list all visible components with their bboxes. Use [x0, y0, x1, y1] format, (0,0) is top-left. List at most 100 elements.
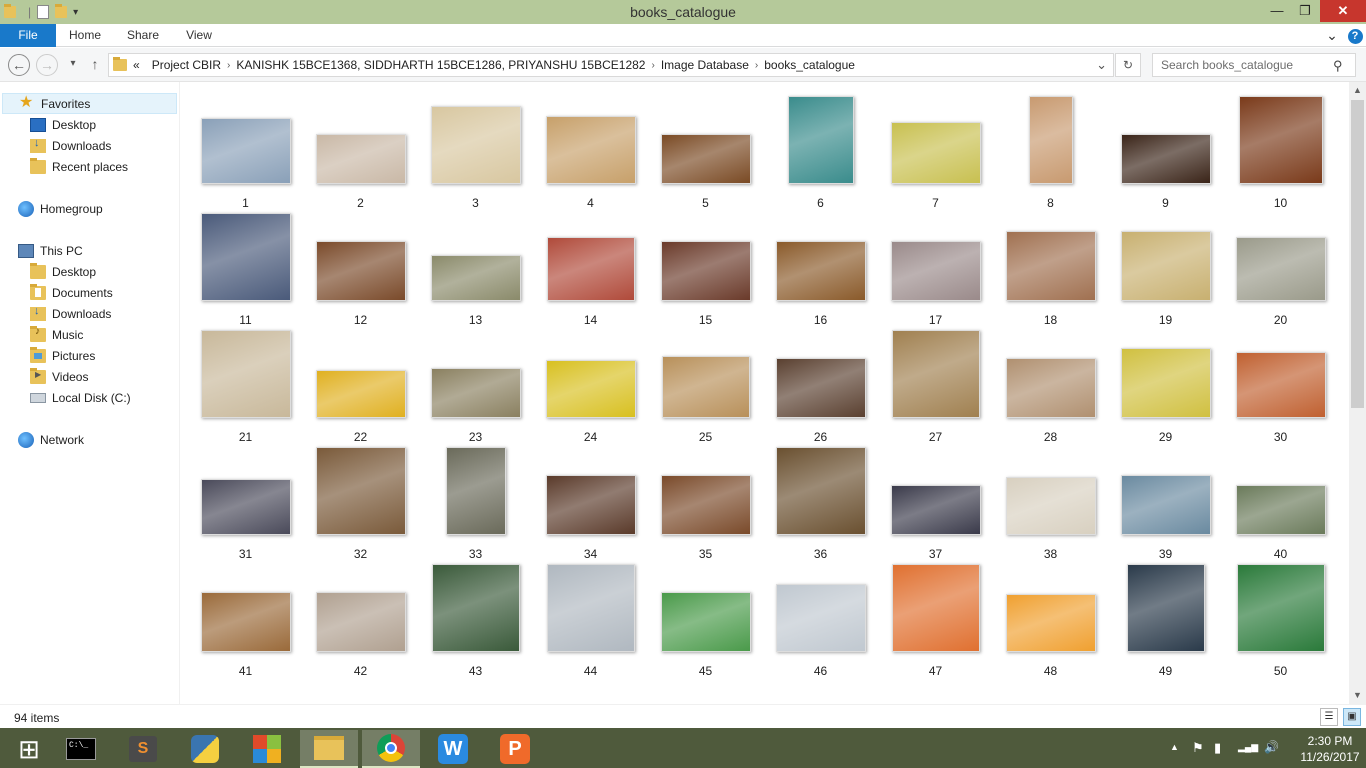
file-item[interactable]: 23: [418, 328, 533, 445]
file-item[interactable]: 12: [303, 211, 418, 328]
taskbar-wps-presentation[interactable]: P: [486, 730, 544, 768]
file-item[interactable]: 27: [878, 328, 993, 445]
sidebar-item-downloads[interactable]: Downloads: [30, 135, 111, 156]
up-button[interactable]: ↑: [84, 54, 106, 76]
file-item[interactable]: 50: [1223, 562, 1338, 679]
sidebar-item-homegroup[interactable]: Homegroup: [18, 198, 103, 219]
taskbar-chrome[interactable]: [362, 730, 420, 768]
file-item[interactable]: 21: [188, 328, 303, 445]
file-item[interactable]: 46: [763, 562, 878, 679]
taskbar-sublime[interactable]: S: [114, 730, 172, 768]
file-item[interactable]: [418, 679, 533, 704]
vertical-scrollbar[interactable]: ▲ ▼: [1349, 82, 1366, 704]
file-item[interactable]: 47: [878, 562, 993, 679]
file-item[interactable]: 42: [303, 562, 418, 679]
file-item[interactable]: 26: [763, 328, 878, 445]
file-item[interactable]: [1108, 679, 1223, 704]
file-item[interactable]: [648, 679, 763, 704]
minimize-button[interactable]: —: [1263, 0, 1291, 22]
taskbar-office[interactable]: [238, 730, 296, 768]
taskbar-python[interactable]: [176, 730, 234, 768]
sidebar-item-this-pc[interactable]: This PC: [18, 240, 83, 261]
file-item[interactable]: 44: [533, 562, 648, 679]
forward-button[interactable]: →: [36, 54, 58, 76]
tab-view[interactable]: View: [176, 24, 222, 47]
file-item[interactable]: 22: [303, 328, 418, 445]
maximize-button[interactable]: ❐: [1291, 0, 1319, 22]
breadcrumb-item[interactable]: books_catalogue: [764, 58, 855, 72]
clock-time[interactable]: 2:30 PM: [1300, 734, 1360, 748]
address-bar[interactable]: « Project CBIR › KANISHK 15BCE1368, SIDD…: [108, 53, 1114, 77]
file-item[interactable]: 14: [533, 211, 648, 328]
sidebar-item-favorites[interactable]: ★ Favorites: [2, 93, 177, 114]
file-item[interactable]: 16: [763, 211, 878, 328]
file-item[interactable]: 2: [303, 94, 418, 211]
volume-icon[interactable]: 🔊: [1264, 740, 1279, 754]
file-item[interactable]: 28: [993, 328, 1108, 445]
sidebar-item-pc-downloads[interactable]: Downloads: [30, 303, 111, 324]
file-item[interactable]: [188, 679, 303, 704]
file-item[interactable]: 34: [533, 445, 648, 562]
file-item[interactable]: [303, 679, 418, 704]
file-item[interactable]: [993, 679, 1108, 704]
sidebar-item-videos[interactable]: Videos: [30, 366, 88, 387]
breadcrumb-item[interactable]: Image Database: [661, 58, 749, 72]
file-item[interactable]: 38: [993, 445, 1108, 562]
file-item[interactable]: 35: [648, 445, 763, 562]
file-item[interactable]: 11: [188, 211, 303, 328]
sidebar-item-desktop[interactable]: Desktop: [30, 114, 96, 135]
file-item[interactable]: 49: [1108, 562, 1223, 679]
file-item[interactable]: 17: [878, 211, 993, 328]
address-dropdown-icon[interactable]: ⌄: [1096, 57, 1107, 73]
file-item[interactable]: [763, 679, 878, 704]
file-item[interactable]: 15: [648, 211, 763, 328]
file-item[interactable]: 37: [878, 445, 993, 562]
tab-file[interactable]: File: [0, 24, 56, 47]
start-button[interactable]: ⊞: [0, 730, 58, 768]
file-item[interactable]: 20: [1223, 211, 1338, 328]
file-item[interactable]: 1: [188, 94, 303, 211]
file-item[interactable]: 32: [303, 445, 418, 562]
file-item[interactable]: 48: [993, 562, 1108, 679]
tray-overflow-icon[interactable]: ▲: [1170, 742, 1179, 752]
large-icons-view-button[interactable]: ▣: [1343, 708, 1361, 726]
taskbar-wps-writer[interactable]: W: [424, 730, 482, 768]
file-item[interactable]: 24: [533, 328, 648, 445]
help-icon[interactable]: ?: [1346, 24, 1364, 47]
scroll-up-icon[interactable]: ▲: [1349, 82, 1366, 99]
file-item[interactable]: 3: [418, 94, 533, 211]
file-item[interactable]: 18: [993, 211, 1108, 328]
file-item[interactable]: 4: [533, 94, 648, 211]
breadcrumb-item[interactable]: KANISHK 15BCE1368, SIDDHARTH 15BCE1286, …: [236, 58, 645, 72]
file-item[interactable]: [1223, 679, 1338, 704]
file-item[interactable]: 6: [763, 94, 878, 211]
file-item[interactable]: 39: [1108, 445, 1223, 562]
breadcrumb-overflow[interactable]: «: [133, 58, 140, 72]
details-view-button[interactable]: ☰: [1320, 708, 1338, 726]
recent-locations-button[interactable]: ▾: [62, 54, 84, 76]
tab-share[interactable]: Share: [120, 24, 166, 47]
sidebar-item-recent-places[interactable]: Recent places: [30, 156, 128, 177]
sidebar-item-music[interactable]: Music: [30, 324, 83, 345]
scrollbar-thumb[interactable]: [1351, 100, 1364, 408]
taskbar-file-explorer[interactable]: [300, 730, 358, 768]
battery-icon[interactable]: ▮: [1214, 740, 1221, 756]
sidebar-item-local-disk[interactable]: Local Disk (C:): [30, 387, 131, 408]
file-item[interactable]: 29: [1108, 328, 1223, 445]
taskbar-cmd[interactable]: C:\_: [52, 730, 110, 768]
close-button[interactable]: ✕: [1320, 0, 1366, 22]
network-signal-icon[interactable]: ▂▄▆: [1238, 742, 1258, 753]
file-item[interactable]: 41: [188, 562, 303, 679]
file-item[interactable]: [533, 679, 648, 704]
file-item[interactable]: [878, 679, 993, 704]
file-item[interactable]: 31: [188, 445, 303, 562]
sidebar-item-documents[interactable]: Documents: [30, 282, 113, 303]
file-item[interactable]: 45: [648, 562, 763, 679]
file-item[interactable]: 36: [763, 445, 878, 562]
file-item[interactable]: 19: [1108, 211, 1223, 328]
file-item[interactable]: 8: [993, 94, 1108, 211]
scroll-down-icon[interactable]: ▼: [1349, 687, 1366, 704]
file-item[interactable]: 7: [878, 94, 993, 211]
sidebar-item-pc-desktop[interactable]: Desktop: [30, 261, 96, 282]
expand-ribbon-icon[interactable]: ⌄: [1322, 24, 1342, 47]
